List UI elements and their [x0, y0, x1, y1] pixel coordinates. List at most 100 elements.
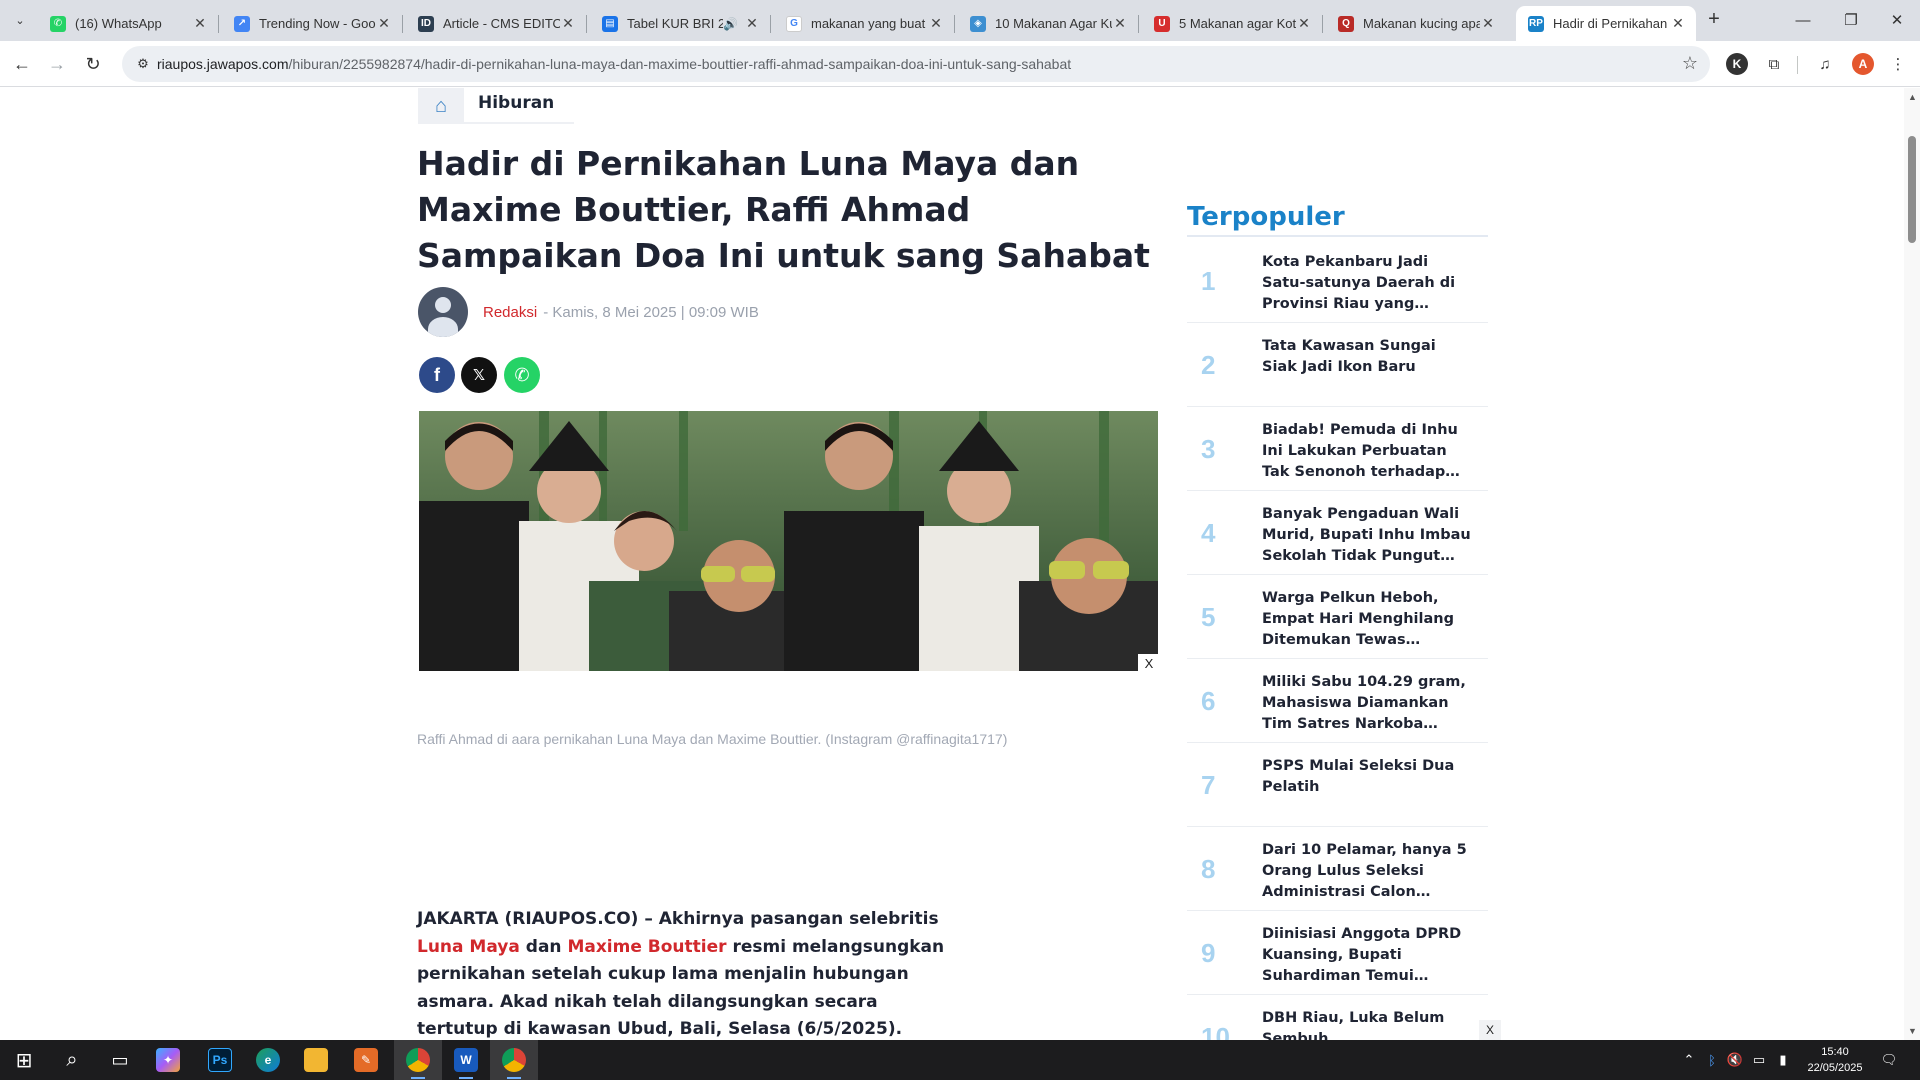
popular-item[interactable]: 5 Warga Pelkun Heboh, Empat Hari Menghil… — [1187, 575, 1488, 659]
tray-chevron-icon[interactable]: ⌃ — [1678, 1040, 1700, 1080]
x-share-button[interactable]: 𝕏 — [461, 357, 497, 393]
popular-headline[interactable]: Biadab! Pemuda di Inhu Ini Lakukan Perbu… — [1262, 420, 1472, 483]
tab-google-search[interactable]: G makanan yang buat kucing ✕ — [774, 6, 955, 41]
close-tab-icon[interactable]: ✕ — [1112, 15, 1128, 32]
site-info-icon[interactable]: ⚙ — [134, 55, 152, 73]
copilot-button[interactable]: ✦ — [144, 1040, 192, 1080]
popular-item[interactable]: 9 Diinisiasi Anggota DPRD Kuansing, Bupa… — [1187, 911, 1488, 995]
popular-headline[interactable]: Diinisiasi Anggota DPRD Kuansing, Bupati… — [1262, 924, 1472, 987]
tab-10-makanan[interactable]: ◈ 10 Makanan Agar Kucing ✕ — [958, 6, 1139, 41]
tab-quora[interactable]: Q Makanan kucing apa ✕ — [1326, 6, 1506, 41]
copilot-icon: ✦ — [156, 1048, 180, 1072]
close-window-button[interactable]: ✕ — [1874, 0, 1920, 40]
popular-headline[interactable]: Warga Pelkun Heboh, Empat Hari Menghilan… — [1262, 588, 1472, 651]
close-tab-icon[interactable]: ✕ — [1480, 15, 1496, 32]
tab-title: Hadir di Pernikahan Luna Maya — [1553, 16, 1670, 31]
network-icon[interactable]: ▭ — [1748, 1040, 1770, 1080]
start-button[interactable]: ⊞ — [0, 1040, 48, 1080]
url-text[interactable]: riaupos.jawapos.com/hiburan/2255982874/h… — [157, 56, 1071, 72]
reload-icon[interactable]: ↻ — [79, 50, 107, 78]
paint-app-button[interactable]: ✎ — [342, 1040, 390, 1080]
extensions-puzzle-icon[interactable]: ⧉ — [1760, 50, 1788, 78]
popular-item[interactable]: 7 PSPS Mulai Seleksi Dua Pelatih — [1187, 743, 1488, 827]
scroll-up-arrow-icon[interactable]: ▲ — [1908, 92, 1917, 102]
running-indicator — [507, 1077, 521, 1079]
quora-icon: Q — [1338, 15, 1354, 32]
home-icon[interactable]: ⌂ — [418, 88, 464, 124]
new-tab-button[interactable]: + — [1702, 8, 1726, 32]
close-tab-icon[interactable]: ✕ — [744, 15, 760, 32]
menu-kebab-icon[interactable]: ⋮ — [1884, 50, 1912, 78]
running-indicator — [411, 1077, 425, 1079]
tab-cms-editor[interactable]: ID Article - CMS EDITOR ✕ — [406, 6, 587, 41]
close-tab-icon[interactable]: ✕ — [560, 15, 576, 32]
chrome-button[interactable] — [394, 1040, 442, 1080]
battery-icon[interactable]: ▮ — [1772, 1040, 1794, 1080]
page-scrollbar[interactable]: ▲ ▼ — [1904, 88, 1920, 1040]
popular-item[interactable]: 2 Tata Kawasan Sungai Siak Jadi Ikon Bar… — [1187, 323, 1488, 407]
tab-google-trends[interactable]: ↗ Trending Now - Google Trends ✕ — [222, 6, 403, 41]
tab-tabel-kur[interactable]: ▤ Tabel KUR BRI 2025 🔊 ✕ — [590, 6, 771, 41]
tab-riaupos-active[interactable]: RP Hadir di Pernikahan Luna Maya ✕ — [1516, 6, 1696, 41]
popular-headline[interactable]: Kota Pekanbaru Jadi Satu-satunya Daerah … — [1262, 252, 1472, 315]
restore-button[interactable]: ❐ — [1828, 0, 1874, 40]
bookmark-star-icon[interactable]: ☆ — [1682, 53, 1698, 74]
popular-headline[interactable]: Dari 10 Pelamar, hanya 5 Orang Lulus Sel… — [1262, 840, 1472, 903]
profile-avatar[interactable]: A — [1852, 53, 1874, 75]
riaupos-icon: RP — [1528, 15, 1544, 32]
audio-playing-icon[interactable]: 🔊 — [723, 17, 738, 31]
sidebar-ad-close-button[interactable]: X — [1479, 1020, 1501, 1040]
close-tab-icon[interactable]: ✕ — [376, 15, 392, 32]
popular-headline[interactable]: Miliki Sabu 104.29 gram, Mahasiswa Diama… — [1262, 672, 1472, 735]
facebook-share-button[interactable]: f — [419, 357, 455, 393]
popular-headline[interactable]: Banyak Pengaduan Wali Murid, Bupati Inhu… — [1262, 504, 1472, 567]
close-tab-icon[interactable]: ✕ — [192, 15, 208, 32]
popular-headline[interactable]: Tata Kawasan Sungai Siak Jadi Ikon Baru — [1262, 336, 1472, 378]
tab-title: Makanan kucing apa — [1363, 16, 1480, 31]
tab-search-icon[interactable]: ⌄ — [8, 9, 32, 31]
popular-item[interactable]: 10 DBH Riau, Luka Belum Sembuh — [1187, 995, 1488, 1040]
file-explorer-button[interactable] — [292, 1040, 340, 1080]
popular-item[interactable]: 4 Banyak Pengaduan Wali Murid, Bupati In… — [1187, 491, 1488, 575]
breadcrumb-category[interactable]: Hiburan — [464, 88, 575, 124]
tab-whatsapp[interactable]: ✆ (16) WhatsApp ✕ — [38, 6, 219, 41]
minimize-button[interactable]: — — [1780, 0, 1826, 40]
whatsapp-share-button[interactable]: ✆ — [504, 357, 540, 393]
tag-link-maxime-bouttier[interactable]: Maxime Bouttier — [567, 937, 726, 957]
tag-link-luna-maya[interactable]: Luna Maya — [417, 937, 520, 957]
page-viewport: ⌂ Hiburan Hadir di Pernikahan Luna Maya … — [0, 88, 1904, 1040]
popular-headline[interactable]: DBH Riau, Luka Belum Sembuh — [1262, 1008, 1472, 1040]
forward-arrow-icon[interactable]: → — [43, 50, 71, 78]
tab-5-makanan[interactable]: U 5 Makanan agar Kotoran ✕ — [1142, 6, 1323, 41]
chrome-profile-button[interactable] — [490, 1040, 538, 1080]
url-path: /hiburan/2255982874/hadir-di-pernikahan-… — [288, 56, 1072, 72]
close-tab-icon[interactable]: ✕ — [1670, 15, 1686, 32]
scrollbar-thumb[interactable] — [1908, 136, 1916, 243]
speaker-muted-icon[interactable]: 🔇 — [1724, 1040, 1746, 1080]
search-button[interactable]: ⌕ — [48, 1040, 96, 1080]
extension-avatar-icon[interactable]: K — [1726, 53, 1748, 75]
popular-item[interactable]: 3 Biadab! Pemuda di Inhu Ini Lakukan Per… — [1187, 407, 1488, 491]
notifications-icon[interactable]: 🗨 — [1872, 1040, 1906, 1080]
system-clock[interactable]: 15:40 22/05/2025 — [1806, 1044, 1864, 1076]
photo-ad-close-button[interactable]: X — [1138, 654, 1160, 674]
bluetooth-icon[interactable]: ᛒ — [1702, 1040, 1722, 1080]
tab-separator — [954, 15, 955, 33]
close-tab-icon[interactable]: ✕ — [928, 15, 944, 32]
close-tab-icon[interactable]: ✕ — [1296, 15, 1312, 32]
popular-headline[interactable]: PSPS Mulai Seleksi Dua Pelatih — [1262, 756, 1472, 798]
address-bar[interactable]: ⚙ riaupos.jawapos.com/hiburan/2255982874… — [122, 46, 1710, 82]
photoshop-button[interactable]: Ps — [196, 1040, 244, 1080]
author-name[interactable]: Redaksi — [483, 304, 537, 321]
popular-rank: 3 — [1201, 433, 1216, 464]
media-controls-icon[interactable]: ♫ — [1811, 50, 1839, 78]
word-button[interactable]: W — [442, 1040, 490, 1080]
popular-item[interactable]: 8 Dari 10 Pelamar, hanya 5 Orang Lulus S… — [1187, 827, 1488, 911]
scroll-down-arrow-icon[interactable]: ▼ — [1908, 1026, 1917, 1036]
edge-button[interactable]: e — [244, 1040, 292, 1080]
clock-date: 22/05/2025 — [1807, 1062, 1863, 1074]
popular-item[interactable]: 6 Miliki Sabu 104.29 gram, Mahasiswa Dia… — [1187, 659, 1488, 743]
task-view-button[interactable]: ▭ — [96, 1040, 144, 1080]
back-arrow-icon[interactable]: ← — [8, 50, 36, 78]
popular-item[interactable]: 1 Kota Pekanbaru Jadi Satu-satunya Daera… — [1187, 239, 1488, 323]
